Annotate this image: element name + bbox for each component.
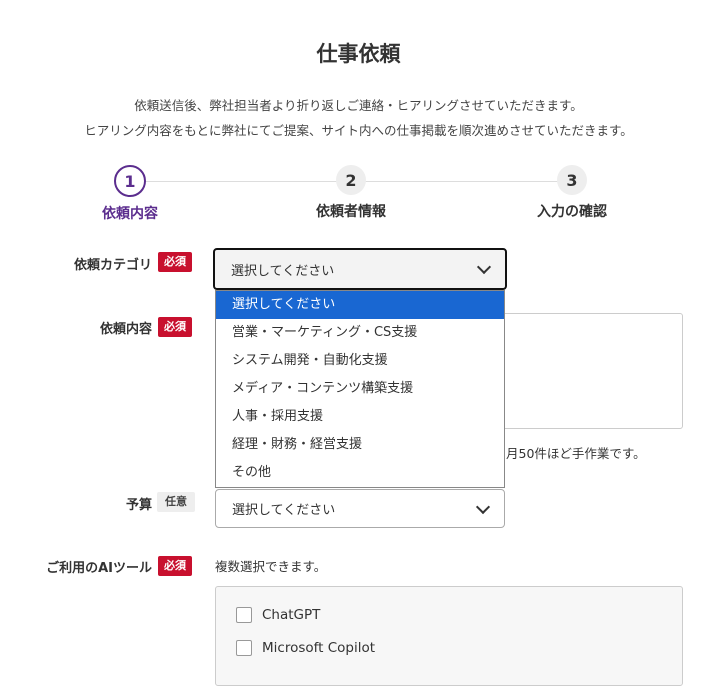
ai-tool-option-chatgpt[interactable]: ChatGPT bbox=[236, 607, 320, 623]
step-1: 1 依頼内容 bbox=[60, 165, 200, 223]
category-label: 依頼カテゴリ bbox=[73, 258, 152, 273]
checkbox[interactable] bbox=[236, 640, 252, 656]
step-2: 2 依頼者情報 bbox=[281, 165, 421, 221]
content-label: 依頼内容 bbox=[99, 322, 152, 337]
chevron-down-icon bbox=[475, 499, 491, 514]
dropdown-option[interactable]: その他 bbox=[216, 459, 504, 487]
description-line-2: ヒアリング内容をもとに弊社にてご提案、サイト内への仕事掲載を順次進めさせていただ… bbox=[84, 123, 633, 138]
content-example-note: 月50件ほど手作業です。 bbox=[506, 446, 646, 461]
budget-select-value: 選択してください bbox=[232, 503, 336, 518]
category-dropdown-list: 選択してください 営業・マーケティング・CS支援 システム開発・自動化支援 メデ… bbox=[215, 290, 505, 488]
category-select-value: 選択してください bbox=[231, 263, 335, 279]
budget-optional-badge: 任意 bbox=[157, 492, 195, 512]
dropdown-option[interactable]: 人事・採用支援 bbox=[216, 403, 504, 431]
ai-tool-option-label: ChatGPT bbox=[262, 607, 321, 623]
category-select[interactable]: 選択してください bbox=[213, 248, 507, 290]
description-line-1: 依頼送信後、弊社担当者より折り返しご連絡・ヒアリングさせていただきます。 bbox=[134, 98, 583, 113]
ai-tools-required-badge: 必須 bbox=[158, 556, 192, 576]
step-3-number: 3 bbox=[557, 165, 587, 195]
step-2-number: 2 bbox=[336, 165, 366, 195]
dropdown-option[interactable]: 選択してください bbox=[216, 291, 504, 319]
budget-select[interactable]: 選択してください bbox=[215, 489, 505, 528]
step-3: 3 入力の確認 bbox=[502, 165, 642, 221]
step-2-label: 依頼者情報 bbox=[316, 204, 386, 220]
ai-tools-checkbox-group: ChatGPT Microsoft Copilot bbox=[215, 586, 683, 686]
step-1-number: 1 bbox=[114, 165, 146, 197]
ai-tools-label: ご利用のAIツール bbox=[46, 561, 152, 576]
page-title: 仕事依頼 bbox=[316, 42, 401, 66]
ai-tools-help-text: 複数選択できます。 bbox=[215, 559, 327, 574]
dropdown-option[interactable]: システム開発・自動化支援 bbox=[216, 347, 504, 375]
checkbox[interactable] bbox=[236, 607, 252, 623]
budget-label: 予算 bbox=[125, 498, 152, 513]
dropdown-option[interactable]: メディア・コンテンツ構築支援 bbox=[216, 375, 504, 403]
step-3-label: 入力の確認 bbox=[537, 204, 607, 220]
step-1-label: 依頼内容 bbox=[102, 206, 158, 222]
content-required-badge: 必須 bbox=[158, 317, 192, 337]
dropdown-option[interactable]: 経理・財務・経営支援 bbox=[216, 431, 504, 459]
ai-tool-option-copilot[interactable]: Microsoft Copilot bbox=[236, 640, 375, 656]
dropdown-option[interactable]: 営業・マーケティング・CS支援 bbox=[216, 319, 504, 347]
category-required-badge: 必須 bbox=[158, 252, 192, 272]
chevron-down-icon bbox=[476, 259, 492, 275]
ai-tool-option-label: Microsoft Copilot bbox=[262, 640, 376, 656]
